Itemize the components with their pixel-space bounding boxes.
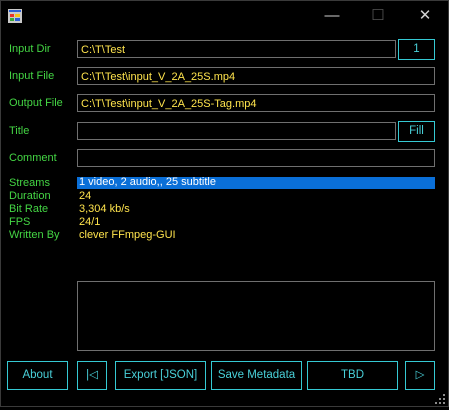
input-file-field[interactable]: C:\T\Test\input_V_2A_25S.mp4 — [77, 67, 435, 85]
input-dir-label: Input Dir — [9, 43, 51, 55]
fps-label: FPS — [9, 216, 31, 228]
close-button[interactable]: ✕ — [402, 1, 448, 31]
tbd-button[interactable]: TBD — [307, 361, 398, 390]
comment-field[interactable] — [77, 149, 435, 167]
streams-value: 1 video, 2 audio,, 25 subtitle — [79, 176, 216, 188]
bit-rate-value: 3,304 kb/s — [79, 203, 130, 215]
streams-label: Streams — [9, 177, 50, 189]
duration-value: 24 — [79, 190, 92, 202]
comment-label: Comment — [9, 152, 57, 164]
fps-value: 24/1 — [79, 216, 101, 228]
save-metadata-button[interactable]: Save Metadata — [211, 361, 302, 390]
input-file-label: Input File — [9, 70, 55, 82]
resize-grip-icon[interactable] — [434, 392, 446, 404]
bit-rate-label: Bit Rate — [9, 203, 49, 215]
next-button[interactable]: ▷ — [405, 361, 435, 390]
title-label: Title — [9, 125, 30, 137]
maximize-button[interactable]: ☐ — [355, 1, 401, 31]
previous-button[interactable]: |◁ — [77, 361, 107, 390]
title-field[interactable] — [77, 122, 396, 140]
app-window: — ☐ ✕ Input Dir C:\T\Test 1 Input File C… — [0, 0, 449, 407]
fill-button[interactable]: Fill — [398, 121, 435, 142]
input-dir-field[interactable]: C:\T\Test — [77, 40, 396, 58]
output-file-label: Output File — [9, 97, 63, 109]
minimize-button[interactable]: — — [309, 1, 355, 31]
written-by-label: Written By — [9, 229, 60, 241]
title-bar[interactable]: — ☐ ✕ — [1, 1, 448, 31]
streams-value-selected[interactable]: 1 video, 2 audio,, 25 subtitle — [77, 176, 435, 189]
details-box[interactable] — [77, 281, 435, 351]
duration-label: Duration — [9, 190, 51, 202]
about-button[interactable]: About — [7, 361, 68, 390]
written-by-value: clever FFmpeg-GUI — [79, 229, 176, 241]
app-icon — [8, 9, 22, 23]
output-file-field[interactable]: C:\T\Test\input_V_2A_25S-Tag.mp4 — [77, 94, 435, 112]
export-json-button[interactable]: Export [JSON] — [115, 361, 206, 390]
input-dir-button[interactable]: 1 — [398, 39, 435, 60]
